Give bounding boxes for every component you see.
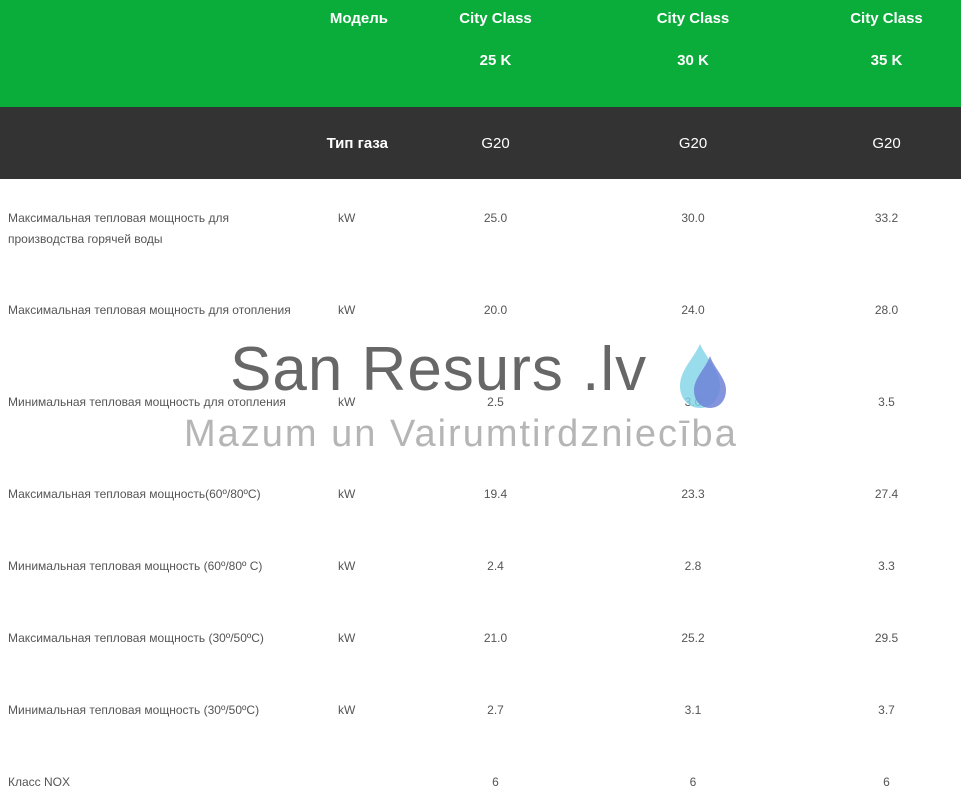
model-name: City Class: [850, 10, 923, 27]
model-header-1: City Class 25 K: [417, 0, 574, 107]
row-label: Класс NOX: [8, 775, 71, 789]
row-value: 30.0: [681, 211, 705, 225]
row-value: 6: [492, 775, 499, 789]
header-empty-cell: [0, 0, 300, 107]
row-label: Максимальная тепловая мощность(60º/80ºC): [8, 487, 261, 501]
gas-empty-cell: [0, 107, 300, 179]
row-value: 25.2: [681, 631, 705, 645]
table-row: Максимальная тепловая мощность для произ…: [0, 179, 961, 271]
row-value: 3.0: [684, 395, 702, 409]
row-value: 6: [883, 775, 890, 789]
row-unit: kW: [338, 631, 356, 645]
model-header-row: Модель City Class 25 K City Class 30 K C: [0, 0, 961, 107]
row-value: 28.0: [874, 303, 899, 317]
row-value: 19.4: [483, 487, 508, 501]
row-unit: [300, 743, 417, 793]
row-unit: kW: [338, 487, 356, 501]
row-value: 3.1: [684, 703, 702, 717]
row-value: 25.0: [483, 211, 508, 225]
table-row: Класс NOX 6 6 6: [0, 743, 961, 793]
row-unit: kW: [338, 211, 356, 225]
model-label: Модель: [300, 0, 417, 107]
row-unit: kW: [338, 703, 356, 717]
row-label: Максимальная тепловая мощность для произ…: [8, 211, 229, 246]
specifications-table: Модель City Class 25 K City Class 30 K C: [0, 0, 961, 793]
row-value: 3.3: [878, 559, 895, 573]
row-unit: kW: [338, 395, 356, 409]
row-unit: kW: [338, 303, 356, 317]
gas-type-value: G20: [812, 107, 961, 179]
row-label: Минимальная тепловая мощность для отопле…: [8, 395, 286, 409]
model-name: City Class: [459, 10, 532, 27]
row-label: Максимальная тепловая мощность (30º/50ºC…: [8, 631, 264, 645]
model-header-2: City Class 30 K: [574, 0, 812, 107]
gas-type-value: G20: [574, 107, 812, 179]
table-row: Максимальная тепловая мощность (30º/50ºC…: [0, 599, 961, 671]
row-value: 2.5: [487, 395, 504, 409]
row-unit: kW: [338, 559, 356, 573]
row-value: 21.0: [483, 631, 508, 645]
row-value: 27.4: [874, 487, 899, 501]
row-value: 2.4: [487, 559, 504, 573]
row-value: 33.2: [874, 211, 899, 225]
gas-type-label: Тип газа: [300, 107, 417, 179]
model-name: City Class: [656, 10, 730, 27]
model-header-3: City Class 35 K: [812, 0, 961, 107]
table-row: Минимальная тепловая мощность (60º/80º C…: [0, 527, 961, 599]
gas-type-value: G20: [417, 107, 574, 179]
row-value: 6: [689, 775, 697, 789]
row-value: 2.8: [684, 559, 702, 573]
model-size: 25 K: [479, 52, 512, 69]
table-row: Минимальная тепловая мощность для отопле…: [0, 363, 961, 455]
table-row: Максимальная тепловая мощность(60º/80ºC)…: [0, 455, 961, 527]
row-label: Максимальная тепловая мощность для отопл…: [8, 303, 291, 317]
gas-type-row: Тип газа G20 G20 G20: [0, 107, 961, 179]
table-row: Минимальная тепловая мощность (30º/50ºC)…: [0, 671, 961, 743]
model-size: 35 K: [870, 52, 903, 69]
row-value: 23.3: [681, 487, 705, 501]
row-value: 3.5: [878, 395, 895, 409]
row-value: 2.7: [487, 703, 504, 717]
row-value: 24.0: [681, 303, 705, 317]
row-value: 29.5: [874, 631, 899, 645]
spec-page: Модель City Class 25 K City Class 30 K C: [0, 0, 961, 800]
table-row: Максимальная тепловая мощность для отопл…: [0, 271, 961, 363]
row-value: 3.7: [878, 703, 895, 717]
row-label: Минимальная тепловая мощность (30º/50ºC): [8, 703, 260, 717]
row-value: 20.0: [483, 303, 508, 317]
model-size: 30 K: [677, 52, 709, 69]
row-label: Минимальная тепловая мощность (60º/80º C…: [8, 559, 263, 573]
